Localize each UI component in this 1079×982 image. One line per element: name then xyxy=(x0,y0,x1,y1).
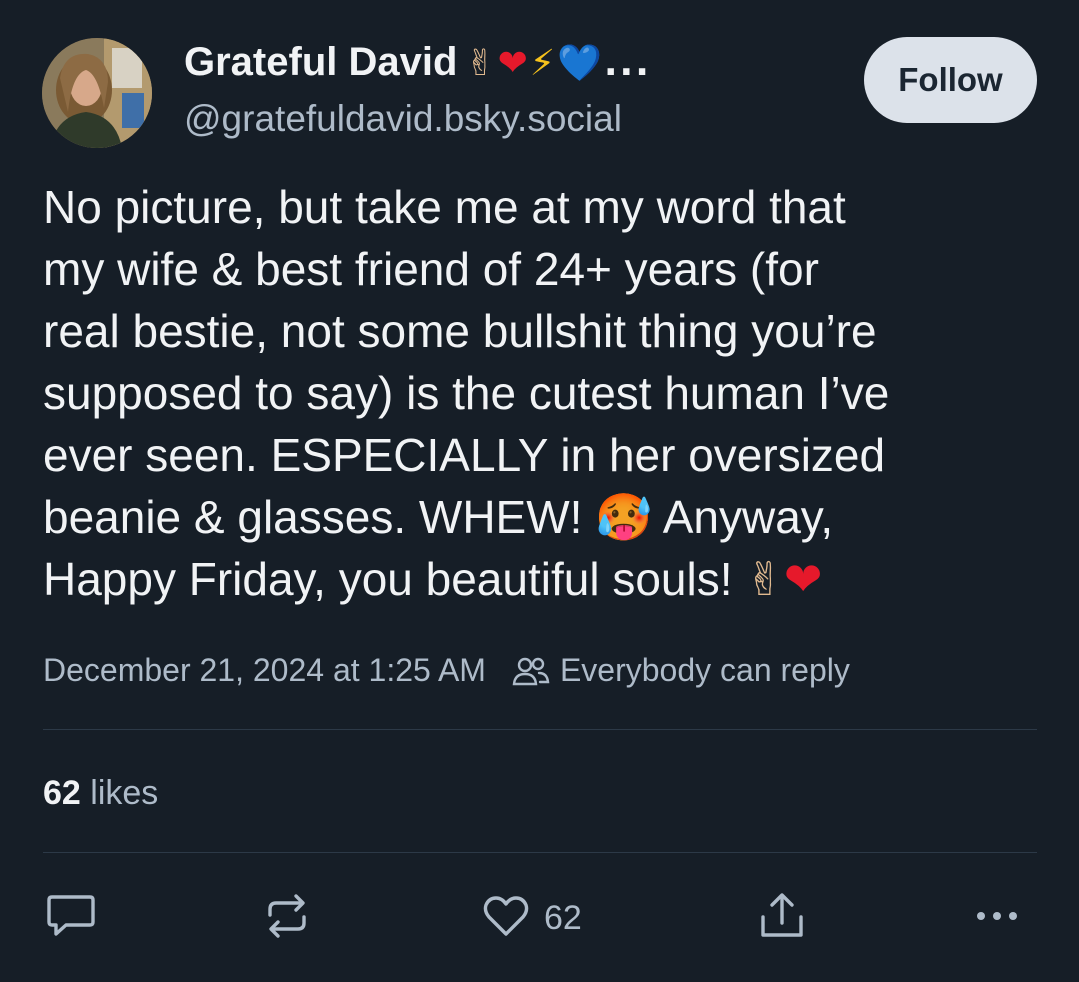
likes-summary[interactable]: 62 likes xyxy=(43,774,158,813)
divider xyxy=(43,729,1037,730)
post-thread-item: Grateful David ✌❤⚡💙... @gratefuldavid.bs… xyxy=(0,0,1079,982)
post-line: real bestie, not some bullshit thing you… xyxy=(43,305,877,357)
post-line-with-emoji: Happy Friday, you beautiful souls! ✌❤ xyxy=(43,548,1043,610)
post-line: my wife & best friend of 24+ years (for xyxy=(43,243,819,295)
share-icon xyxy=(757,892,807,945)
lightning-emoji: ⚡ xyxy=(529,42,558,84)
name-emoji-group: ✌❤⚡💙... xyxy=(465,42,650,84)
likes-count: 62 xyxy=(43,774,81,812)
red-heart-emoji: ❤ xyxy=(497,42,530,84)
comment-icon xyxy=(46,893,96,944)
avatar[interactable] xyxy=(42,38,152,148)
like-button[interactable]: 62 xyxy=(482,893,582,943)
repost-icon xyxy=(262,893,312,944)
hot-face-emoji: 🥵 xyxy=(595,490,653,544)
post-timestamp[interactable]: December 21, 2024 at 1:25 AM xyxy=(43,652,486,689)
divider xyxy=(43,852,1037,853)
post-line: No picture, but take me at my word that xyxy=(43,181,846,233)
peace-emoji: ✌ xyxy=(745,552,784,606)
red-heart-emoji: ❤ xyxy=(783,552,823,606)
post-line-with-emoji: beanie & glasses. WHEW! 🥵 Anyway, xyxy=(43,486,1043,548)
more-icon xyxy=(972,906,1022,931)
reply-button[interactable] xyxy=(46,893,96,943)
reply-setting[interactable]: Everybody can reply xyxy=(560,652,850,689)
author-handle[interactable]: @gratefuldavid.bsky.social xyxy=(184,98,622,140)
share-button[interactable] xyxy=(757,892,807,945)
display-name-text: Grateful David xyxy=(184,40,458,84)
like-count: 62 xyxy=(544,898,582,937)
post-line: Anyway, xyxy=(662,491,834,543)
heart-icon xyxy=(482,894,530,943)
author-display-name[interactable]: Grateful David ✌❤⚡💙... xyxy=(184,40,651,85)
peace-emoji: ✌ xyxy=(465,42,498,84)
post-line: ever seen. ESPECIALLY in her oversized xyxy=(43,429,886,481)
post-line: Happy Friday, you beautiful souls! xyxy=(43,553,733,605)
avatar-photo-icon xyxy=(42,38,152,148)
repost-button[interactable] xyxy=(262,893,312,943)
people-icon xyxy=(512,655,550,687)
blue-heart-emoji: 💙 xyxy=(557,42,604,84)
more-options-button[interactable] xyxy=(972,893,1022,943)
name-truncation: ... xyxy=(603,42,651,84)
likes-label: likes xyxy=(90,774,159,812)
post-line: supposed to say) is the cutest human I’v… xyxy=(43,367,890,419)
post-line: beanie & glasses. WHEW! xyxy=(43,491,583,543)
post-meta: December 21, 2024 at 1:25 AM Everybody c… xyxy=(43,652,850,689)
post-text: No picture, but take me at my word that … xyxy=(43,176,1043,610)
follow-button[interactable]: Follow xyxy=(864,37,1037,123)
